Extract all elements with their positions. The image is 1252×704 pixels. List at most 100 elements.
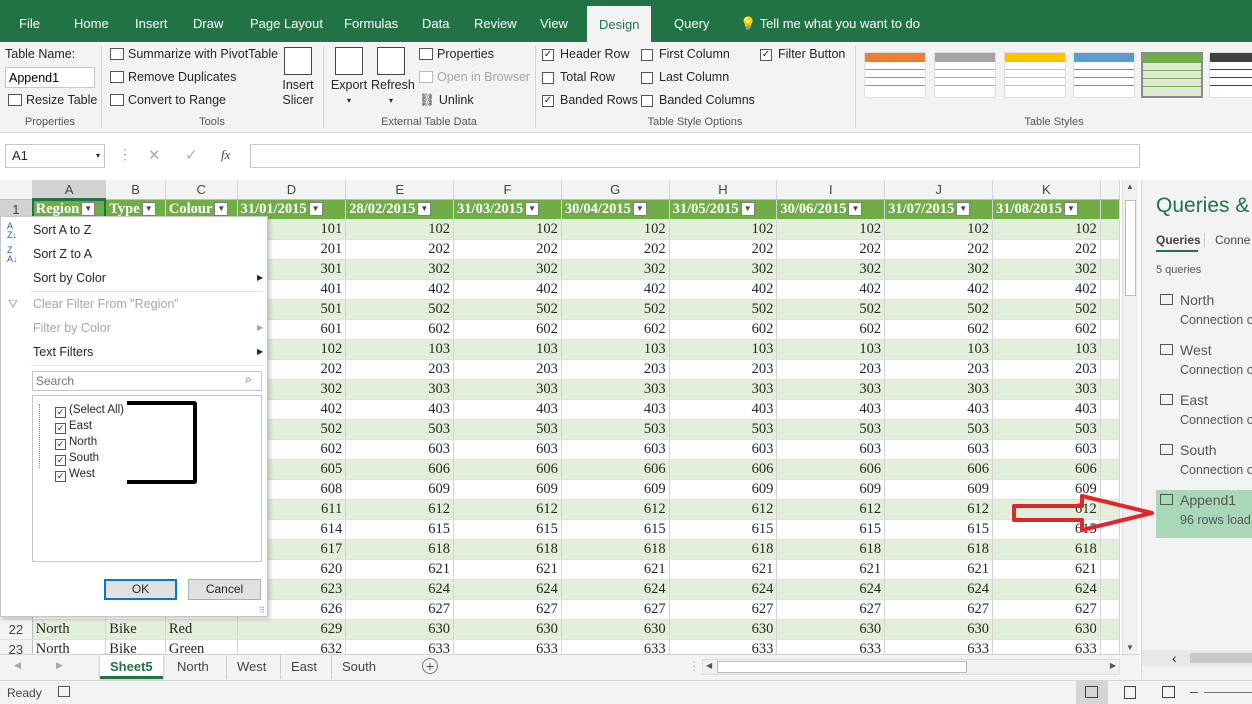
cell-value[interactable]: 202 xyxy=(776,239,886,260)
filter-dropdown-icon[interactable]: ▼ xyxy=(956,202,971,217)
cell-value[interactable]: 609 xyxy=(345,479,455,500)
table-header-cell[interactable]: 30/06/2015 ▼ xyxy=(776,199,886,220)
cell-value[interactable]: 618 xyxy=(345,539,455,560)
cell-partial[interactable] xyxy=(1100,539,1120,560)
cell-partial[interactable] xyxy=(1100,299,1120,320)
normal-view-button[interactable] xyxy=(1076,681,1108,704)
enter-icon[interactable]: ✓ xyxy=(185,146,198,164)
cell-partial[interactable] xyxy=(1100,599,1120,620)
tab-insert[interactable]: Insert xyxy=(135,0,168,42)
cell-value[interactable]: 612 xyxy=(453,499,562,520)
tab-view[interactable]: View xyxy=(540,0,568,42)
cell-value[interactable]: 402 xyxy=(561,279,670,300)
cell-value[interactable]: 503 xyxy=(992,419,1101,440)
cell-value[interactable]: 627 xyxy=(776,599,886,620)
cell-value[interactable]: 618 xyxy=(453,539,562,560)
cell-value[interactable]: 630 xyxy=(669,619,778,640)
prev-sheet-icon[interactable]: ◀ xyxy=(14,660,21,671)
filter-dropdown-icon[interactable]: ▼ xyxy=(308,202,323,217)
cell-value[interactable]: 402 xyxy=(992,279,1101,300)
cell-value[interactable]: 627 xyxy=(561,599,670,620)
cell-value[interactable]: 603 xyxy=(884,439,993,460)
cell-value[interactable]: 615 xyxy=(669,519,778,540)
filter-dropdown-icon[interactable]: ▼ xyxy=(214,202,229,217)
page-break-view-icon[interactable] xyxy=(1162,686,1175,698)
cell-value[interactable]: 102 xyxy=(453,219,562,240)
cell-value[interactable]: 603 xyxy=(669,439,778,460)
table-style-swatch[interactable] xyxy=(1209,52,1252,98)
query-item[interactable]: West Connection o xyxy=(1156,340,1252,386)
cell-value[interactable]: 502 xyxy=(776,299,886,320)
first-column-checkbox[interactable] xyxy=(641,49,653,61)
column-header[interactable]: C xyxy=(165,180,238,200)
cell-value[interactable]: 615 xyxy=(345,519,455,540)
add-sheet-icon[interactable]: + xyxy=(422,658,438,674)
cell-value[interactable]: 615 xyxy=(453,519,562,540)
query-item[interactable]: East Connection o xyxy=(1156,390,1252,436)
cell-partial[interactable] xyxy=(1100,619,1120,640)
filter-dropdown-icon[interactable]: ▼ xyxy=(525,202,540,217)
cell-partial[interactable] xyxy=(1100,239,1120,260)
cell-value[interactable]: 612 xyxy=(669,499,778,520)
table-style-swatch[interactable] xyxy=(1141,52,1203,98)
cell-value[interactable]: 606 xyxy=(884,459,993,480)
cell-value[interactable]: 606 xyxy=(453,459,562,480)
sheet-tab-north[interactable]: North xyxy=(167,655,219,679)
cell-value[interactable]: 102 xyxy=(776,219,886,240)
cell-value[interactable]: 203 xyxy=(884,359,993,380)
cell-value[interactable]: 606 xyxy=(776,459,886,480)
cell-value[interactable]: 602 xyxy=(884,319,993,340)
sheet-tab-sheet5[interactable]: Sheet5 xyxy=(100,655,163,679)
cell-value[interactable]: 603 xyxy=(776,439,886,460)
query-item[interactable]: South Connection o xyxy=(1156,440,1252,486)
cell-value[interactable]: 602 xyxy=(561,319,670,340)
query-item[interactable]: North Connection o xyxy=(1156,290,1252,336)
cell-value[interactable]: 303 xyxy=(992,379,1101,400)
cell-partial[interactable] xyxy=(1100,319,1120,340)
cell-value[interactable]: 603 xyxy=(561,439,670,460)
cell-value[interactable]: 621 xyxy=(669,559,778,580)
cell-value[interactable]: 202 xyxy=(884,239,993,260)
cell-value[interactable]: 302 xyxy=(561,259,670,280)
cell-value[interactable]: 627 xyxy=(669,599,778,620)
filter-value-item[interactable]: ✓ (Select All) xyxy=(55,402,124,418)
cell-value[interactable]: 302 xyxy=(669,259,778,280)
summarize-pivot-button[interactable]: Summarize with PivotTable xyxy=(110,47,278,61)
scroll-left-icon[interactable]: ‹ xyxy=(1172,650,1177,666)
cell-value[interactable]: 302 xyxy=(992,259,1101,280)
cell-partial[interactable] xyxy=(1100,219,1120,240)
cell-value[interactable]: 102 xyxy=(669,219,778,240)
cell-partial[interactable] xyxy=(1100,279,1120,300)
cell-value[interactable]: 303 xyxy=(453,379,562,400)
last-column-checkbox[interactable] xyxy=(641,72,653,84)
cell-value[interactable]: 402 xyxy=(776,279,886,300)
cell-value[interactable]: 618 xyxy=(992,539,1101,560)
cell-value[interactable]: 630 xyxy=(345,619,455,640)
cell-value[interactable]: 502 xyxy=(992,299,1101,320)
table-style-swatch[interactable] xyxy=(864,52,926,98)
cell-value[interactable]: 612 xyxy=(561,499,670,520)
cancel-button[interactable]: Cancel xyxy=(188,579,261,600)
cell-value[interactable]: 203 xyxy=(561,359,670,380)
cell-value[interactable]: 502 xyxy=(453,299,562,320)
cell-value[interactable]: 609 xyxy=(669,479,778,500)
filter-dropdown-icon[interactable]: ▼ xyxy=(1064,202,1079,217)
cell-value[interactable]: 615 xyxy=(561,519,670,540)
cell-value[interactable]: 203 xyxy=(453,359,562,380)
cell-value[interactable]: 102 xyxy=(561,219,670,240)
table-header-cell[interactable]: 31/08/2015 ▼ xyxy=(992,199,1101,220)
cell-value[interactable]: 103 xyxy=(776,339,886,360)
cell-value[interactable]: 102 xyxy=(992,219,1101,240)
open-browser-button[interactable]: Open in Browser xyxy=(419,70,530,84)
cell-value[interactable]: 203 xyxy=(776,359,886,380)
cell-value[interactable]: 618 xyxy=(669,539,778,560)
filter-dropdown-icon[interactable]: ▼ xyxy=(848,202,863,217)
scroll-left-icon[interactable]: ◀ xyxy=(706,661,712,670)
remove-duplicates-button[interactable]: Remove Duplicates xyxy=(110,70,236,84)
column-header[interactable]: J xyxy=(884,180,993,200)
cell-value[interactable]: 624 xyxy=(776,579,886,600)
cell-value[interactable]: 627 xyxy=(453,599,562,620)
cell-value[interactable]: 502 xyxy=(669,299,778,320)
column-header[interactable]: K xyxy=(992,180,1101,200)
cell-value[interactable]: 103 xyxy=(884,339,993,360)
